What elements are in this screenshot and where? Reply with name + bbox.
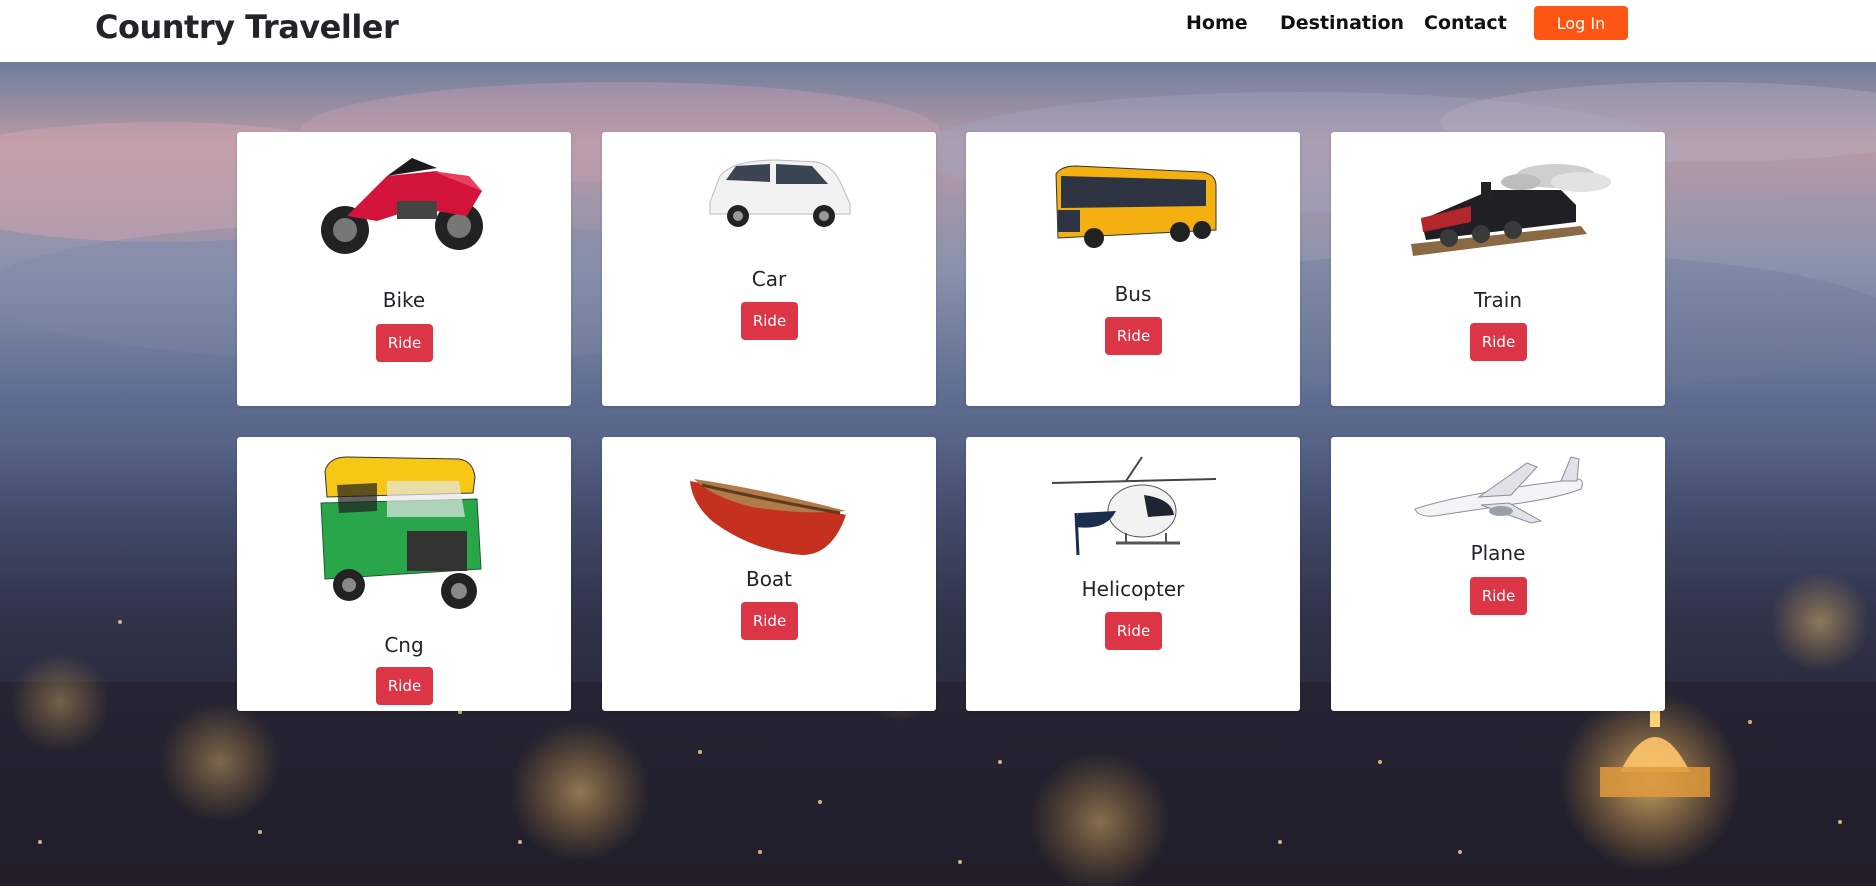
nav-link-contact[interactable]: Contact: [1424, 12, 1507, 34]
nav-link-destination[interactable]: Destination: [1280, 12, 1404, 34]
vehicle-title: Boat: [745, 567, 793, 591]
login-button[interactable]: Log In: [1534, 6, 1628, 40]
vehicle-card-plane: Plane Ride: [1331, 437, 1665, 711]
vehicle-title: Car: [751, 267, 787, 291]
ride-button-helicopter[interactable]: Ride: [1105, 612, 1162, 650]
helicopter-image: [966, 451, 1300, 561]
ride-button-plane[interactable]: Ride: [1470, 577, 1527, 615]
nav-link-home[interactable]: Home: [1186, 12, 1248, 34]
plane-image: [1331, 449, 1665, 525]
bike-image: [237, 146, 571, 256]
vehicle-title: Bike: [382, 288, 426, 312]
cng-image: [237, 451, 571, 611]
vehicle-title: Plane: [1470, 541, 1526, 565]
vehicle-card-helicopter: Helicopter Ride: [966, 437, 1300, 711]
vehicle-card-bus: Bus Ride: [966, 132, 1300, 406]
ride-button-car[interactable]: Ride: [741, 302, 798, 340]
vehicle-card-boat: Boat Ride: [602, 437, 936, 711]
vehicle-title: Train: [1474, 288, 1522, 312]
ride-button-cng[interactable]: Ride: [376, 667, 433, 705]
brand-logo[interactable]: Country Traveller: [95, 8, 399, 46]
navbar: Country Traveller Home Destination Conta…: [0, 0, 1876, 62]
car-image: [602, 152, 936, 232]
ride-button-bus[interactable]: Ride: [1105, 317, 1162, 355]
vehicle-title: Cng: [384, 633, 424, 657]
vehicle-card-train: Train Ride: [1331, 132, 1665, 406]
vehicle-card-bike: Bike Ride: [237, 132, 571, 406]
vehicle-title: Bus: [1114, 282, 1152, 306]
vehicle-card-car: Car Ride: [602, 132, 936, 406]
train-image: [1331, 160, 1665, 258]
ride-button-boat[interactable]: Ride: [741, 602, 798, 640]
boat-image: [602, 455, 936, 565]
vehicle-title: Helicopter: [1081, 577, 1185, 601]
ride-button-train[interactable]: Ride: [1470, 323, 1527, 361]
bus-image: [966, 160, 1300, 252]
vehicle-card-cng: Cng Ride: [237, 437, 571, 711]
ride-button-bike[interactable]: Ride: [376, 324, 433, 362]
